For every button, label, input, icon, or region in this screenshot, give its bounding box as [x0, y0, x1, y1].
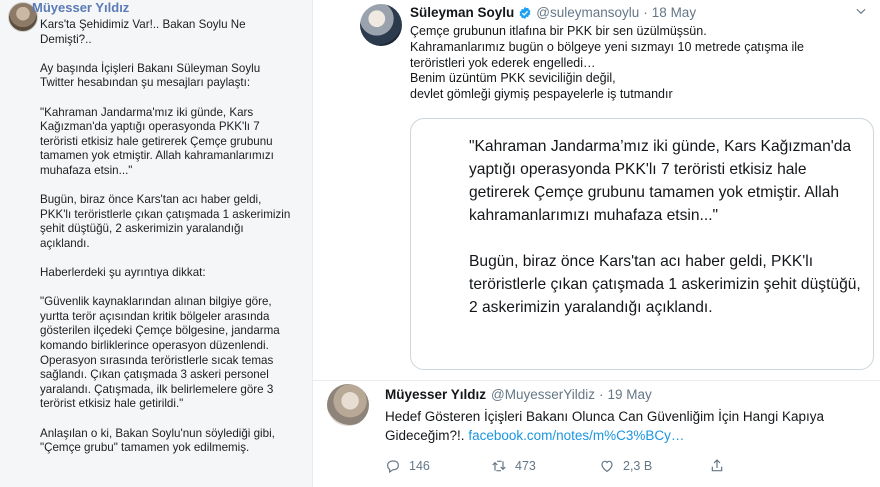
note-paragraph: Kars'ta Şehidimiz Var!.. Bakan Soylu Ne …: [40, 18, 246, 46]
tweet-author-handle[interactable]: @suleymansoylu: [536, 5, 639, 20]
note-paragraph: "Güvenlik kaynaklarından alınan bilgiye …: [40, 295, 280, 411]
quote-paragraph: "Kahraman Jandarma’mız iki günde, Kars K…: [469, 138, 852, 224]
tweet-text: Hedef Gösteren İçişleri Bakanı Olunca Ca…: [385, 407, 875, 445]
note-paragraph: Anlaşılan o ki, Bakan Soylu'nun söylediğ…: [40, 426, 275, 455]
facebook-note-panel: Müyesser Yıldız Kars'ta Şehidimiz Var!..…: [0, 0, 312, 487]
tweet-header: Süleyman Soylu @suleymansoylu · 18 May: [410, 5, 696, 20]
tweet-header: Müyesser Yıldız @MuyesserYildiz · 19 May: [385, 387, 652, 402]
separator-dot: ·: [643, 5, 648, 20]
retweet-button[interactable]: 473: [491, 458, 599, 474]
tweet-date[interactable]: 19 May: [608, 387, 652, 402]
note-paragraph: Ay başında İçişleri Bakanı Süleyman Soyl…: [40, 61, 261, 90]
tweet-date[interactable]: 18 May: [652, 5, 696, 20]
note-paragraph: Haberlerdeki şu ayrıntıya dikkat:: [40, 266, 206, 280]
note-paragraph: "Kahraman Jandarma'mız iki günde, Kars K…: [40, 105, 274, 177]
note-body: Kars'ta Şehidimiz Var!.. Bakan Soylu Ne …: [40, 18, 302, 470]
like-button[interactable]: 2,3 B: [599, 458, 709, 474]
tweet-suleyman-soylu[interactable]: Süleyman Soylu @suleymansoylu · 18 May Ç…: [313, 0, 880, 380]
reply-icon: [387, 460, 399, 474]
like-count: 2,3 B: [623, 459, 653, 473]
tweet-author-name[interactable]: Süleyman Soylu: [410, 5, 514, 20]
like-icon: [601, 460, 613, 473]
tweet-author-name[interactable]: Müyesser Yıldız: [385, 387, 486, 402]
share-button[interactable]: [709, 458, 733, 474]
separator-dot: ·: [599, 387, 604, 402]
retweet-icon: [492, 460, 506, 472]
tweet-link[interactable]: facebook.com/notes/m%C3%BCy…: [468, 428, 684, 443]
tweet-actions: 146 473 2,3 B: [385, 458, 733, 474]
tweet-author-handle[interactable]: @MuyesserYildiz: [491, 387, 595, 402]
reply-button[interactable]: 146: [385, 458, 491, 474]
quote-paragraph: Bugün, biraz önce Kars'tan acı haber gel…: [469, 253, 861, 316]
reply-count: 146: [409, 459, 430, 473]
verified-badge-icon: [519, 6, 531, 19]
retweet-count: 473: [515, 459, 536, 473]
tweet-author-avatar[interactable]: [360, 4, 402, 46]
tweet-author-avatar[interactable]: [327, 384, 369, 426]
note-paragraph: Bugün, biraz önce Kars'tan acı haber gel…: [40, 193, 291, 250]
quote-image-text: "Kahraman Jandarma’mız iki günde, Kars K…: [469, 135, 869, 342]
tweet-muyesser-yildiz[interactable]: Müyesser Yıldız @MuyesserYildiz · 19 May…: [313, 381, 880, 487]
tweet-text: Çemçe grubunun itlafına bir PKK bir sen …: [410, 24, 804, 102]
note-author-name[interactable]: Müyesser Yıldız: [32, 0, 129, 15]
embedded-image-card[interactable]: "Kahraman Jandarma’mız iki günde, Kars K…: [410, 118, 874, 370]
share-icon: [711, 459, 723, 472]
chevron-down-icon[interactable]: [854, 4, 868, 18]
